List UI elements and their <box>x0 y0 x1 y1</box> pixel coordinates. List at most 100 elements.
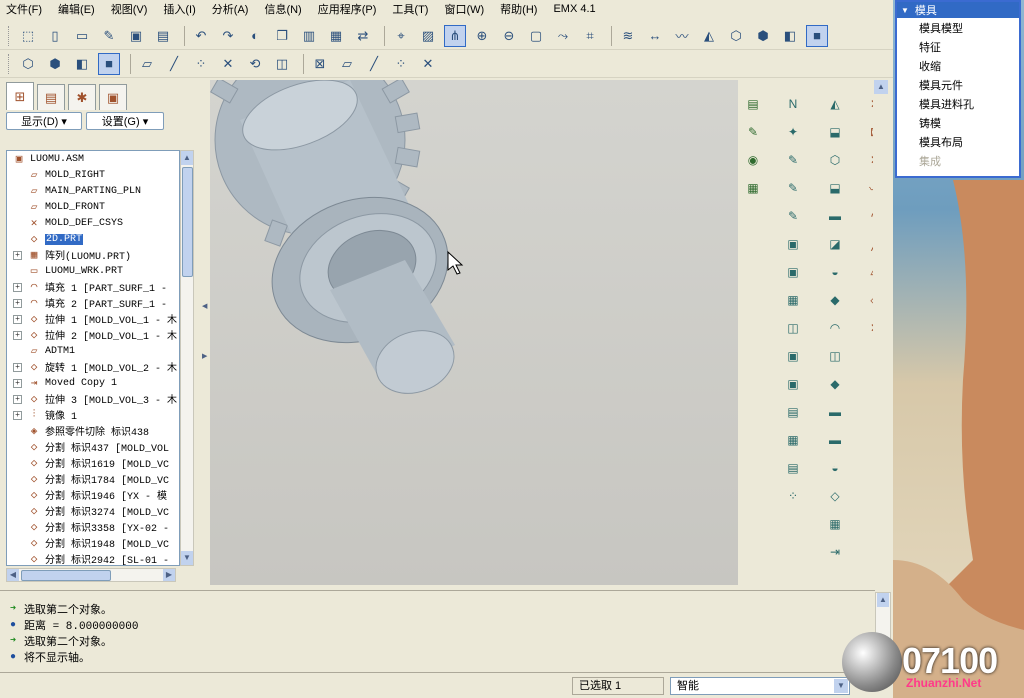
menu-item[interactable]: 窗口(W) <box>444 1 484 17</box>
paste-icon[interactable]: ▥ <box>298 25 320 47</box>
plane-b-icon[interactable]: ▱ <box>336 53 358 75</box>
feature-tool-icon[interactable]: ⇥ <box>824 542 846 562</box>
feature-tool-icon[interactable]: ▦ <box>782 430 804 450</box>
feature-tool-icon[interactable]: ⬓ <box>824 178 846 198</box>
shading-icon[interactable]: ■ <box>806 24 828 47</box>
mold-menu-item[interactable]: 特征 <box>897 37 1019 56</box>
scroll-right-icon[interactable]: ▶ <box>163 569 175 581</box>
feature-tool-icon[interactable]: ▣ <box>782 234 804 254</box>
toolbar-grip[interactable] <box>8 53 11 74</box>
tree-row[interactable]: ◇ 分割 标识1948 [MOLD_VC <box>7 535 179 551</box>
analysis-icon[interactable]: 〰 <box>671 25 693 47</box>
view-manager-icon[interactable]: ◭ <box>698 25 720 47</box>
layers-tab[interactable]: ▤ <box>37 84 65 110</box>
feature-tool-icon[interactable]: ▣ <box>782 346 804 366</box>
tree-row[interactable]: + ▦ 阵列(LUOMU.PRT) <box>7 247 179 263</box>
feature-tool-icon[interactable]: ▦ <box>742 178 764 198</box>
point-a-icon[interactable]: ⁘ <box>190 53 212 75</box>
expand-icon[interactable]: + <box>13 378 22 388</box>
toolbar-grip[interactable] <box>8 25 11 46</box>
tree-row[interactable]: + ⇥ Moved Copy 1 <box>7 375 179 391</box>
select-tool-icon[interactable]: ⋔ <box>444 24 466 47</box>
show-button[interactable]: 显示(D) ▾ <box>6 112 82 130</box>
tree-horizontal-scrollbar[interactable]: ◀ ▶ <box>6 568 176 582</box>
feature-tool-icon[interactable]: ◉ <box>742 150 764 170</box>
model-tree-tab[interactable]: ⊞ <box>6 82 34 110</box>
scroll-thumb[interactable] <box>21 570 111 581</box>
feature-tool-icon[interactable]: ▬ <box>824 206 846 226</box>
wireframe-icon[interactable]: ⬡ <box>725 25 747 47</box>
expand-icon[interactable]: + <box>13 282 22 292</box>
settings-button[interactable]: 设置(G) ▾ <box>86 112 164 130</box>
feature-tool-icon[interactable]: ▣ <box>782 262 804 282</box>
plane-a-icon[interactable]: ▱ <box>136 53 158 75</box>
new-icon[interactable]: ▯ <box>44 25 66 47</box>
mold-menu-item[interactable]: 模具模型 <box>897 18 1019 37</box>
scroll-up-icon[interactable]: ▲ <box>874 80 888 94</box>
feature-tool-icon[interactable]: N <box>782 94 804 114</box>
tree-row[interactable]: + ◠ 填充 2 [PART_SURF_1 - <box>7 295 179 311</box>
right-scrollbar[interactable]: ▲ <box>873 80 891 585</box>
menu-item[interactable]: 帮助(H) <box>500 1 537 17</box>
mold-menu-item[interactable]: 铸模 <box>897 113 1019 132</box>
tree-row[interactable]: ◇ 分割 标识2942 [SL-01 - <box>7 551 179 565</box>
mold-menu-item[interactable]: 模具进料孔 <box>897 94 1019 113</box>
tree-vertical-scrollbar[interactable]: ▲ ▼ <box>180 150 194 566</box>
feature-tool-icon[interactable]: ✎ <box>742 122 764 142</box>
color-icon[interactable]: ◐ <box>244 25 266 47</box>
tree-row[interactable]: ✕ MOLD_DEF_CSYS <box>7 215 179 231</box>
feature-tool-icon[interactable]: ◠ <box>824 318 846 338</box>
sketch-icon[interactable]: ▨ <box>417 25 439 47</box>
menu-item[interactable]: 应用程序(P) <box>318 1 377 17</box>
expand-icon[interactable]: + <box>13 410 22 420</box>
datum-point-icon[interactable]: ⌖ <box>390 25 412 47</box>
feature-tool-icon[interactable]: ◒ <box>824 458 846 478</box>
tree-row[interactable]: + ◇ 拉伸 3 [MOLD_VOL_3 - 木 <box>7 391 179 407</box>
tree-row[interactable]: ◇ 分割 标识3274 [MOLD_VC <box>7 503 179 519</box>
menu-item[interactable]: 视图(V) <box>111 1 148 17</box>
graphics-window[interactable] <box>210 80 740 585</box>
feature-tool-icon[interactable]: ◒ <box>824 262 846 282</box>
tree-row[interactable]: ◇ 分割 标识3358 [YX-02 - <box>7 519 179 535</box>
expand-icon[interactable]: + <box>13 362 22 372</box>
tree-row[interactable]: + ⫶ 镜像 1 <box>7 407 179 423</box>
save-icon[interactable]: ▣ <box>125 25 147 47</box>
csys-b-icon[interactable]: ✕ <box>417 53 439 75</box>
chevron-down-icon[interactable]: ▼ <box>834 679 848 693</box>
expand-icon[interactable]: + <box>13 330 22 340</box>
feature-tool-icon[interactable]: ◫ <box>824 346 846 366</box>
folder-tab[interactable]: ▣ <box>99 84 127 110</box>
save-copy-icon[interactable]: ▤ <box>152 25 174 47</box>
menu-item[interactable]: EMX 4.1 <box>553 3 595 15</box>
layers-icon[interactable]: ≋ <box>617 25 639 47</box>
menu-item[interactable]: 文件(F) <box>6 1 42 17</box>
tree-row[interactable]: ◇ 分割 标识1946 [YX - 模 <box>7 487 179 503</box>
select-icon[interactable]: ⬚ <box>17 25 39 47</box>
tree-row[interactable]: + ◇ 拉伸 2 [MOLD_VOL_1 - 木 <box>7 327 179 343</box>
cube-c-icon[interactable]: ◧ <box>71 53 93 75</box>
camera-icon[interactable]: ◫ <box>271 53 293 75</box>
brush-icon[interactable]: ✎ <box>98 25 120 47</box>
tree-row[interactable]: ▱ MOLD_RIGHT <box>7 167 179 183</box>
tree-row[interactable]: ▭ LUOMU_WRK.PRT <box>7 263 179 279</box>
feature-tool-icon[interactable]: ◆ <box>824 374 846 394</box>
tree-row[interactable]: ▱ ADTM1 <box>7 343 179 359</box>
feature-tool-icon[interactable]: ▦ <box>782 290 804 310</box>
cube-d-icon[interactable]: ■ <box>98 52 120 75</box>
shaft-model[interactable] <box>210 80 740 585</box>
tree-row[interactable]: ◇ 2D.PRT <box>7 231 179 247</box>
menu-item[interactable]: 插入(I) <box>163 1 195 17</box>
axis-a-icon[interactable]: ╱ <box>163 53 185 75</box>
feature-tool-icon[interactable]: ◆ <box>824 290 846 310</box>
expand-right-icon[interactable]: ▶ <box>202 352 208 360</box>
redo-icon[interactable]: ↷ <box>217 25 239 47</box>
feature-tool-icon[interactable]: ◫ <box>782 318 804 338</box>
expand-icon[interactable]: + <box>13 394 22 404</box>
feature-tool-icon[interactable]: ⬡ <box>824 150 846 170</box>
scroll-up-icon[interactable]: ▲ <box>181 151 193 165</box>
open-icon[interactable]: ▭ <box>71 25 93 47</box>
no-hidden-icon[interactable]: ◧ <box>779 25 801 47</box>
point-b-icon[interactable]: ⁘ <box>390 53 412 75</box>
scroll-left-icon[interactable]: ◀ <box>7 569 19 581</box>
collapse-left-icon[interactable]: ◀ <box>202 302 208 310</box>
